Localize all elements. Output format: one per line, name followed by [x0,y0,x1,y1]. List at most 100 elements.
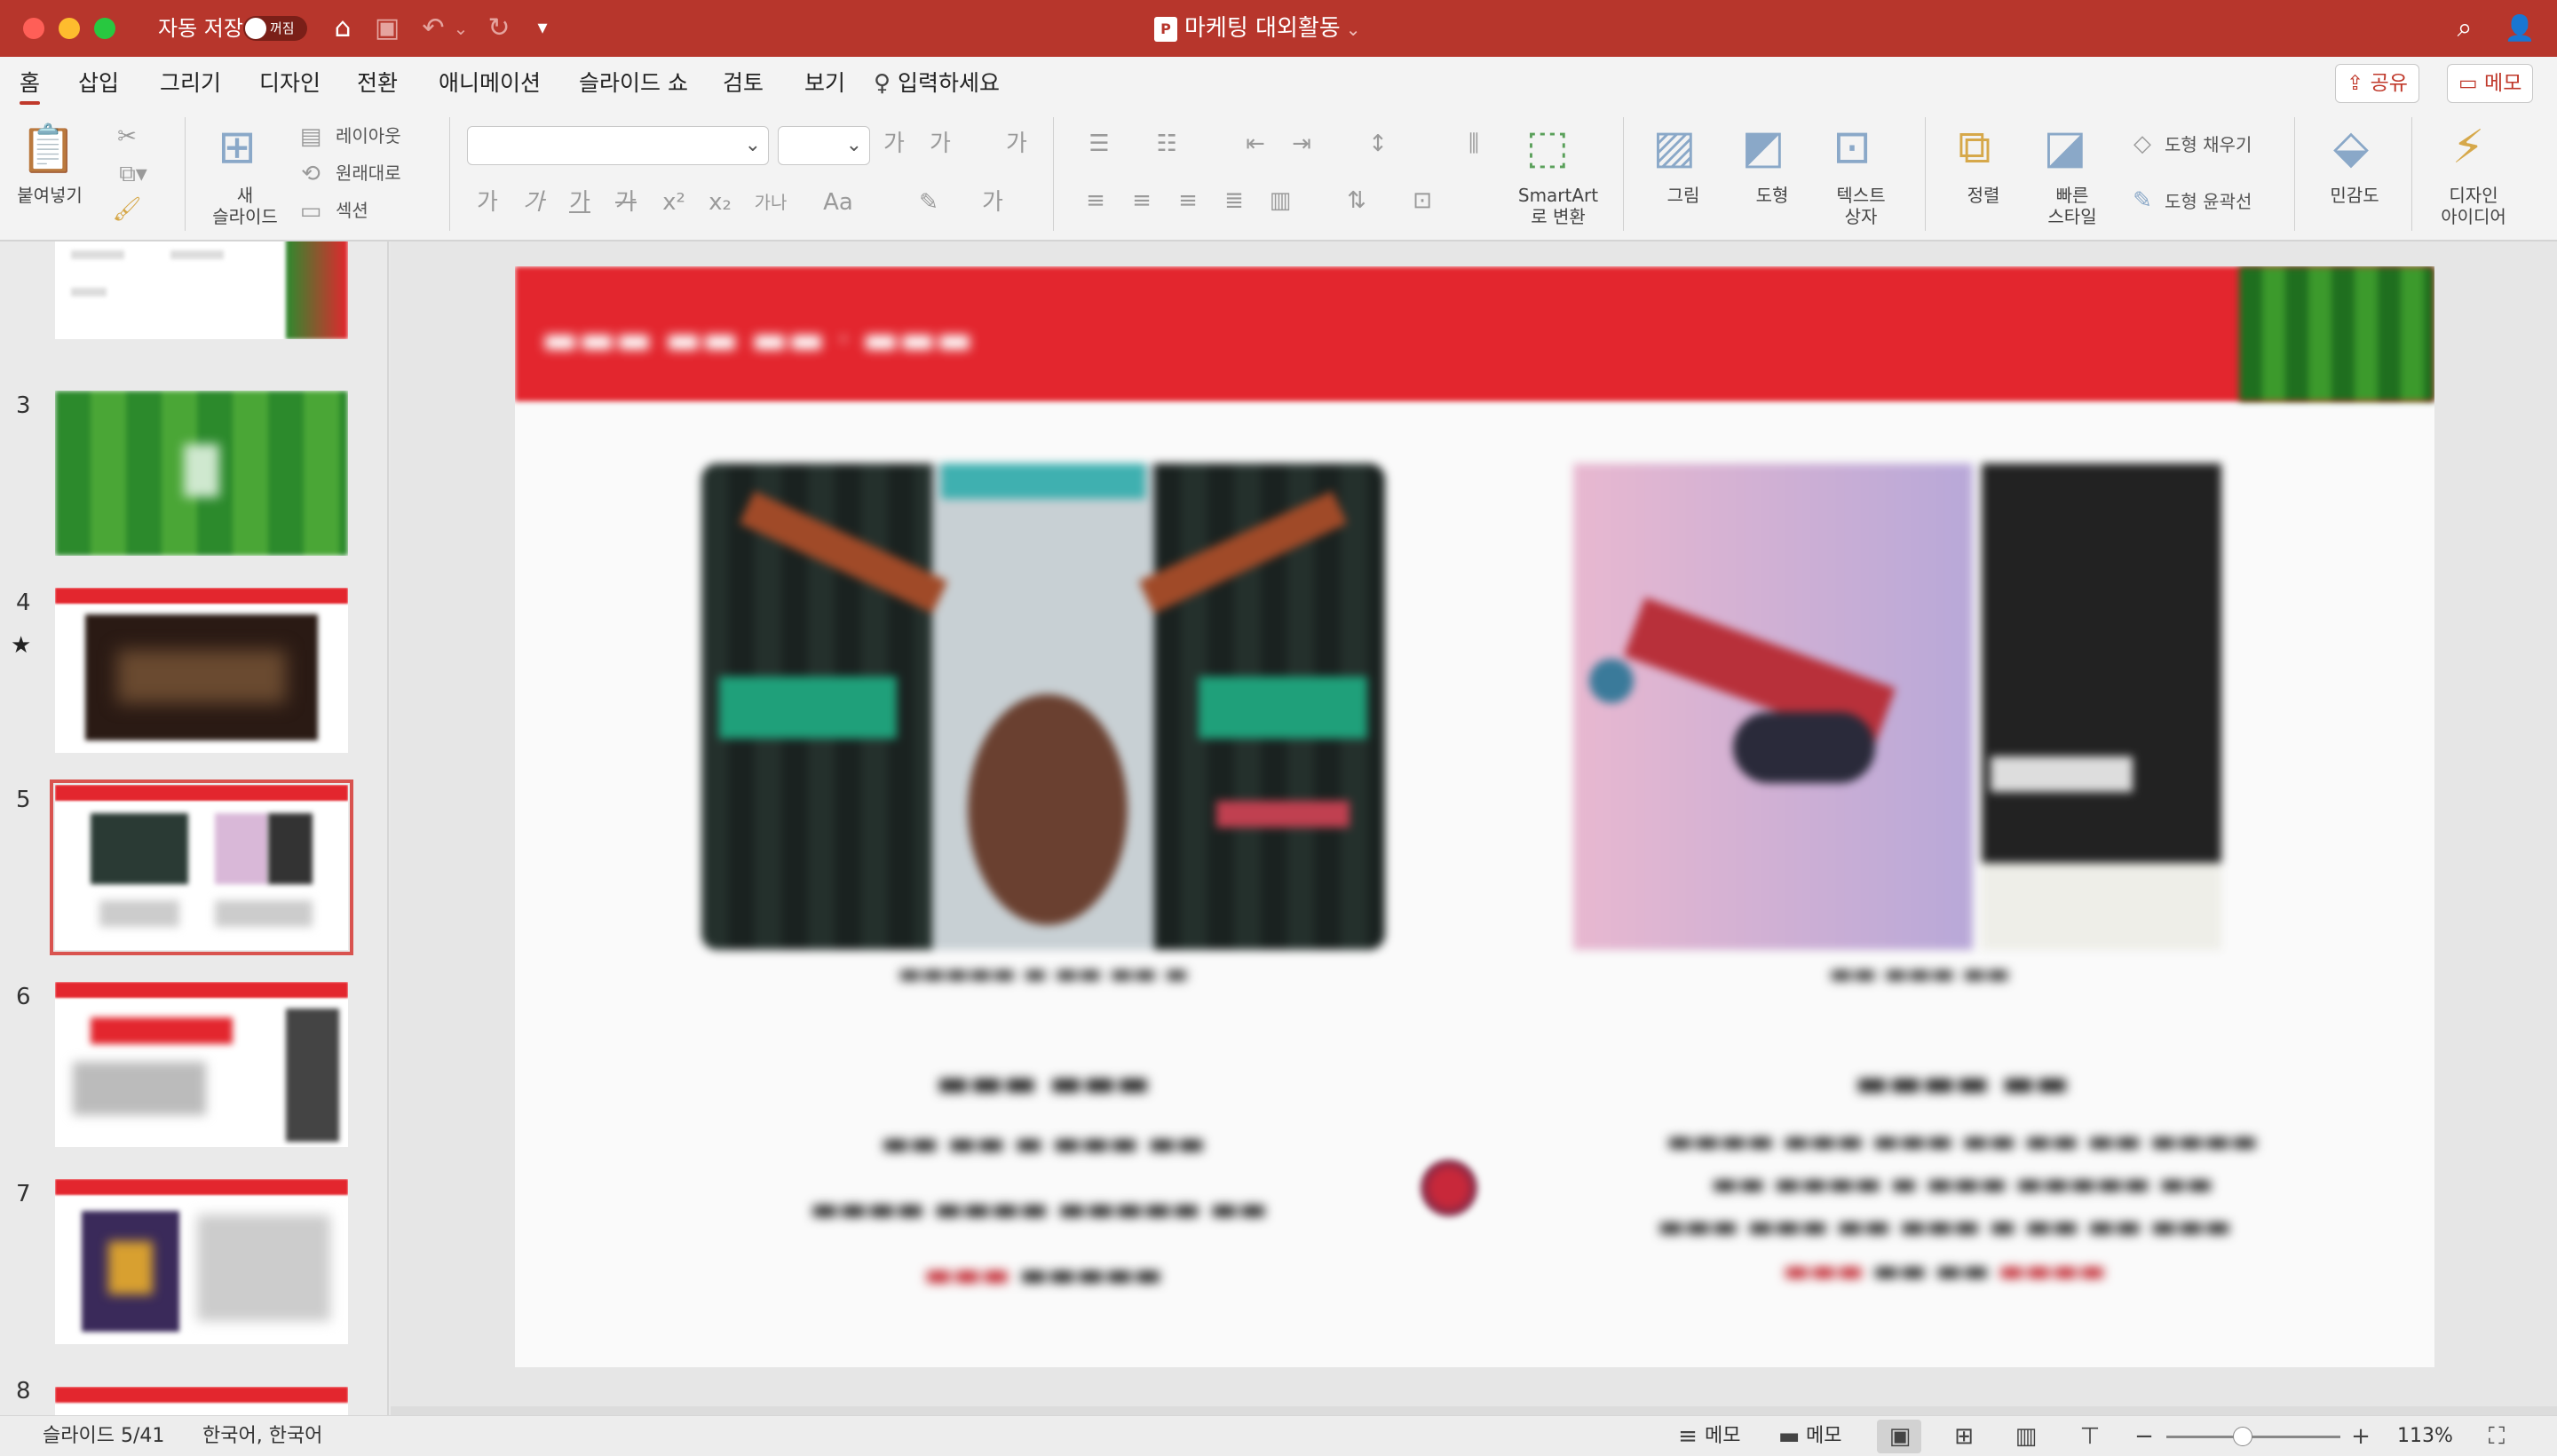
zoom-out-button[interactable]: − [2131,1423,2157,1450]
font-color-icon[interactable]: 가 [975,188,1010,217]
home-icon[interactable]: ⌂ [325,11,360,46]
tab-view[interactable]: 보기 [804,67,845,99]
undo-dropdown-icon[interactable]: ⌄ [451,11,471,46]
italic-icon[interactable]: 가 [519,188,549,217]
tab-review[interactable]: 검토 [723,67,764,99]
reset-label[interactable]: 원래대로 [336,162,401,185]
font-family-select[interactable]: ⌄ [467,126,769,165]
clear-formatting-icon[interactable]: 가 [1000,130,1033,158]
font-size-select[interactable]: ⌄ [778,126,870,165]
strikethrough-icon[interactable]: 가 [611,188,641,217]
slide-sorter-icon[interactable]: ⊞ [1946,1423,1982,1450]
designer-icon[interactable]: ⚡ [2440,121,2497,174]
underline-icon[interactable]: 가 [565,188,595,217]
section-icon[interactable]: ▭ [297,197,325,226]
autosave-toggle[interactable]: 꺼짐 [243,16,307,41]
undo-icon[interactable]: ↶ [416,11,451,46]
align-text-icon[interactable]: ⊡ [1403,186,1442,215]
reading-view-icon[interactable]: ▥ [2008,1423,2044,1450]
tab-insert[interactable]: 삽입 [78,67,119,99]
slide-thumbnail[interactable] [55,982,348,1147]
sensitivity-icon[interactable]: ⬙ [2323,121,2379,174]
share-button[interactable]: ⇪ 공유 [2335,64,2419,103]
cut-icon[interactable]: ✂ [112,123,142,151]
tab-draw[interactable]: 그리기 [160,67,221,99]
picture-icon[interactable]: ▨ [1646,121,1703,174]
character-spacing-icon[interactable]: 가나 [746,188,796,217]
slide-canvas[interactable]: ▬▬▬ ▬▬ ▬▬ · ▬▬▬ ▬▬▬▬▬ ▬ ▬▬ ▬▬ ▬ ▬▬ ▬▬▬ ▬… [391,241,2557,1415]
superscript-icon[interactable]: x² [659,188,689,217]
zoom-window-button[interactable] [94,18,115,39]
tab-slideshow[interactable]: 슬라이드 쇼 [579,67,688,99]
highlight-icon[interactable]: ✎ [911,188,946,217]
layout-label[interactable]: 레이아웃 [336,124,401,147]
slide-thumbnail[interactable] [55,1179,348,1344]
bold-icon[interactable]: 가 [472,188,503,217]
slide-photo-right[interactable] [1573,463,2221,950]
shape-outline-label[interactable]: 도형 윤곽선 [2165,190,2252,213]
new-slide-icon[interactable]: ⊞ [206,121,268,174]
tab-transitions[interactable]: 전환 [357,67,398,99]
slide-thumbnail-pane[interactable]: 3 4 ★ 5 6 7 8 [0,241,389,1415]
align-center-icon[interactable]: ≡ [1126,186,1158,215]
align-right-icon[interactable]: ≡ [1172,186,1204,215]
slide-photo-left[interactable] [701,463,1385,950]
quick-styles-icon[interactable]: ◪ [2037,121,2094,174]
current-slide[interactable]: ▬▬▬ ▬▬ ▬▬ · ▬▬▬ ▬▬▬▬▬ ▬ ▬▬ ▬▬ ▬ ▬▬ ▬▬▬ ▬… [515,266,2434,1367]
search-icon[interactable]: ⌕ [2447,11,2482,46]
fit-to-window-icon[interactable]: ⛶ [2479,1423,2514,1450]
shrink-font-icon[interactable]: 가 [923,130,957,158]
zoom-slider-handle[interactable] [2233,1427,2253,1446]
subscript-icon[interactable]: x₂ [705,188,735,217]
minimize-window-button[interactable] [59,18,80,39]
language-indicator[interactable]: 한국어, 한국어 [202,1423,322,1450]
columns-icon[interactable]: ⫼ [1451,130,1497,158]
horizontal-scrollbar[interactable] [391,1406,2557,1415]
zoom-level[interactable]: 113% [2397,1423,2453,1450]
save-icon[interactable]: ▣ [371,11,403,46]
shape-fill-label[interactable]: 도형 채우기 [2165,133,2252,156]
slide-thumbnail-selected[interactable] [50,779,353,955]
format-painter-icon[interactable]: 🖌 [112,195,142,224]
account-icon[interactable]: 👤 [2500,11,2539,46]
shapes-icon[interactable]: ◩ [1735,121,1792,174]
shape-outline-icon[interactable]: ✎ [2127,186,2157,215]
reset-icon[interactable]: ⟲ [297,160,325,188]
smartart-icon[interactable]: ⬚ [1516,121,1579,174]
zoom-slider[interactable] [2166,1436,2340,1438]
arrange-icon[interactable]: ⧉ [1946,121,2003,174]
comments-status-button[interactable]: 메모 [1806,1423,1841,1450]
layout-icon[interactable]: ▤ [297,123,325,151]
decrease-indent-icon[interactable]: ⇤ [1238,130,1273,158]
justify-icon[interactable]: ≣ [1218,186,1250,215]
numbering-icon[interactable]: ☷ [1144,130,1190,158]
redo-icon[interactable]: ↻ [481,11,517,46]
comments-button[interactable]: ▭ 메모 [2447,64,2534,103]
zoom-in-button[interactable]: + [2347,1423,2374,1450]
slide-thumbnail[interactable] [55,1387,348,1415]
normal-view-icon[interactable]: ▣ [1882,1423,1918,1450]
slide-thumbnail[interactable] [55,391,348,556]
document-title[interactable]: P 마케팅 대외활동 ⌄ [1154,12,1421,44]
notes-button[interactable]: 메모 [1705,1423,1740,1450]
align-left-icon[interactable]: ≡ [1080,186,1112,215]
slide-thumbnail[interactable] [55,241,348,339]
slideshow-icon[interactable]: ⊤ [2072,1423,2108,1450]
close-window-button[interactable] [23,18,44,39]
text-direction-icon[interactable]: ⇅ [1337,186,1376,215]
shape-fill-icon[interactable]: ◇ [2127,130,2157,158]
increase-indent-icon[interactable]: ⇥ [1284,130,1319,158]
tab-home[interactable]: 홈 [20,67,41,105]
tab-design[interactable]: 디자인 [259,67,321,99]
grow-font-icon[interactable]: 가 [877,130,911,158]
textbox-icon[interactable]: ⊡ [1824,121,1880,174]
line-spacing-icon[interactable]: ↕ [1355,130,1401,158]
copy-icon[interactable]: ⧉▾ [108,160,158,188]
tell-me-box[interactable]: ♀ 입력하세요 [874,67,1000,99]
paste-icon[interactable]: 📋 [20,123,77,176]
section-label[interactable]: 섹션 [336,199,368,222]
tab-animations[interactable]: 애니메이션 [439,67,541,99]
distributed-icon[interactable]: ▥ [1264,186,1296,215]
slide-thumbnail[interactable] [55,588,348,753]
customize-toolbar-icon[interactable]: ▾ [529,11,556,46]
